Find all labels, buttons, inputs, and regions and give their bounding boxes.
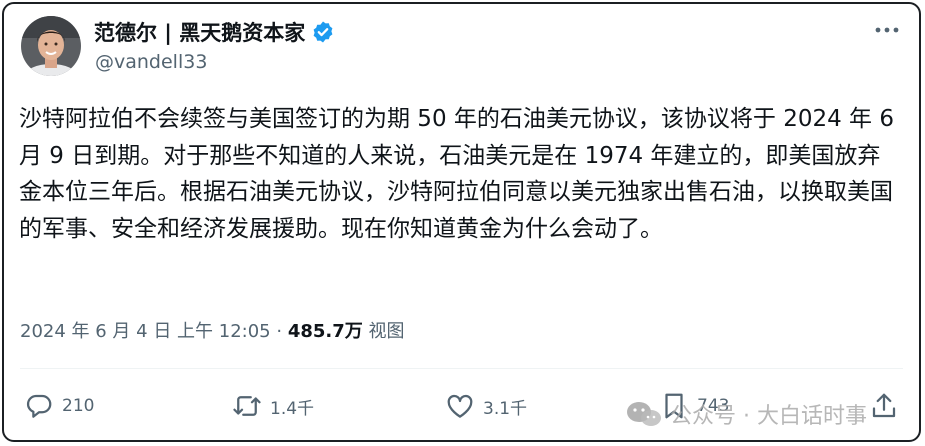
author-handle[interactable]: @vandell33 — [95, 51, 207, 73]
retweet-icon — [233, 396, 261, 416]
tweet-meta: 2024 年 6 月 4 日 上午 12:05 · 485.7万 视图 — [20, 317, 405, 343]
like-count: 3.1千 — [483, 398, 528, 419]
wechat-icon — [627, 402, 661, 426]
like-icon — [447, 394, 473, 418]
avatar-photo — [21, 16, 81, 76]
views-label: 视图 — [368, 321, 405, 342]
more-icon[interactable] — [873, 20, 901, 40]
reply-icon — [26, 394, 52, 418]
tweet-timestamp[interactable]: 2024 年 6 月 4 日 上午 12:05 — [20, 321, 271, 342]
reply-button[interactable]: 210 — [24, 391, 94, 421]
author-name-row: 范德尔 | 黑天鹅资本家 — [94, 17, 335, 47]
tweet-card: 范德尔 | 黑天鹅资本家 @vandell33 沙特阿拉伯不会续签与美国签订的为… — [2, 2, 921, 442]
avatar[interactable] — [21, 16, 81, 76]
author-display-name[interactable]: 范德尔 | 黑天鹅资本家 — [94, 17, 305, 47]
meta-separator: · — [276, 321, 283, 342]
reply-count: 210 — [62, 396, 95, 416]
share-button[interactable] — [869, 391, 899, 421]
retweet-count: 1.4千 — [270, 398, 315, 419]
retweet-button[interactable]: 1.4千 — [232, 391, 314, 421]
tweet-text: 沙特阿拉伯不会续签与美国签订的为期 50 年的石油美元协议，该协议将于 2024… — [19, 106, 894, 242]
share-icon — [872, 393, 896, 418]
verified-badge-icon — [313, 21, 333, 43]
like-button[interactable]: 3.1千 — [445, 391, 527, 421]
watermark-text: 公众号 · 大白话时事 — [670, 404, 867, 429]
divider — [20, 368, 903, 369]
watermark: 公众号 · 大白话时事 — [624, 398, 867, 430]
views-count: 485.7万 — [287, 321, 363, 342]
